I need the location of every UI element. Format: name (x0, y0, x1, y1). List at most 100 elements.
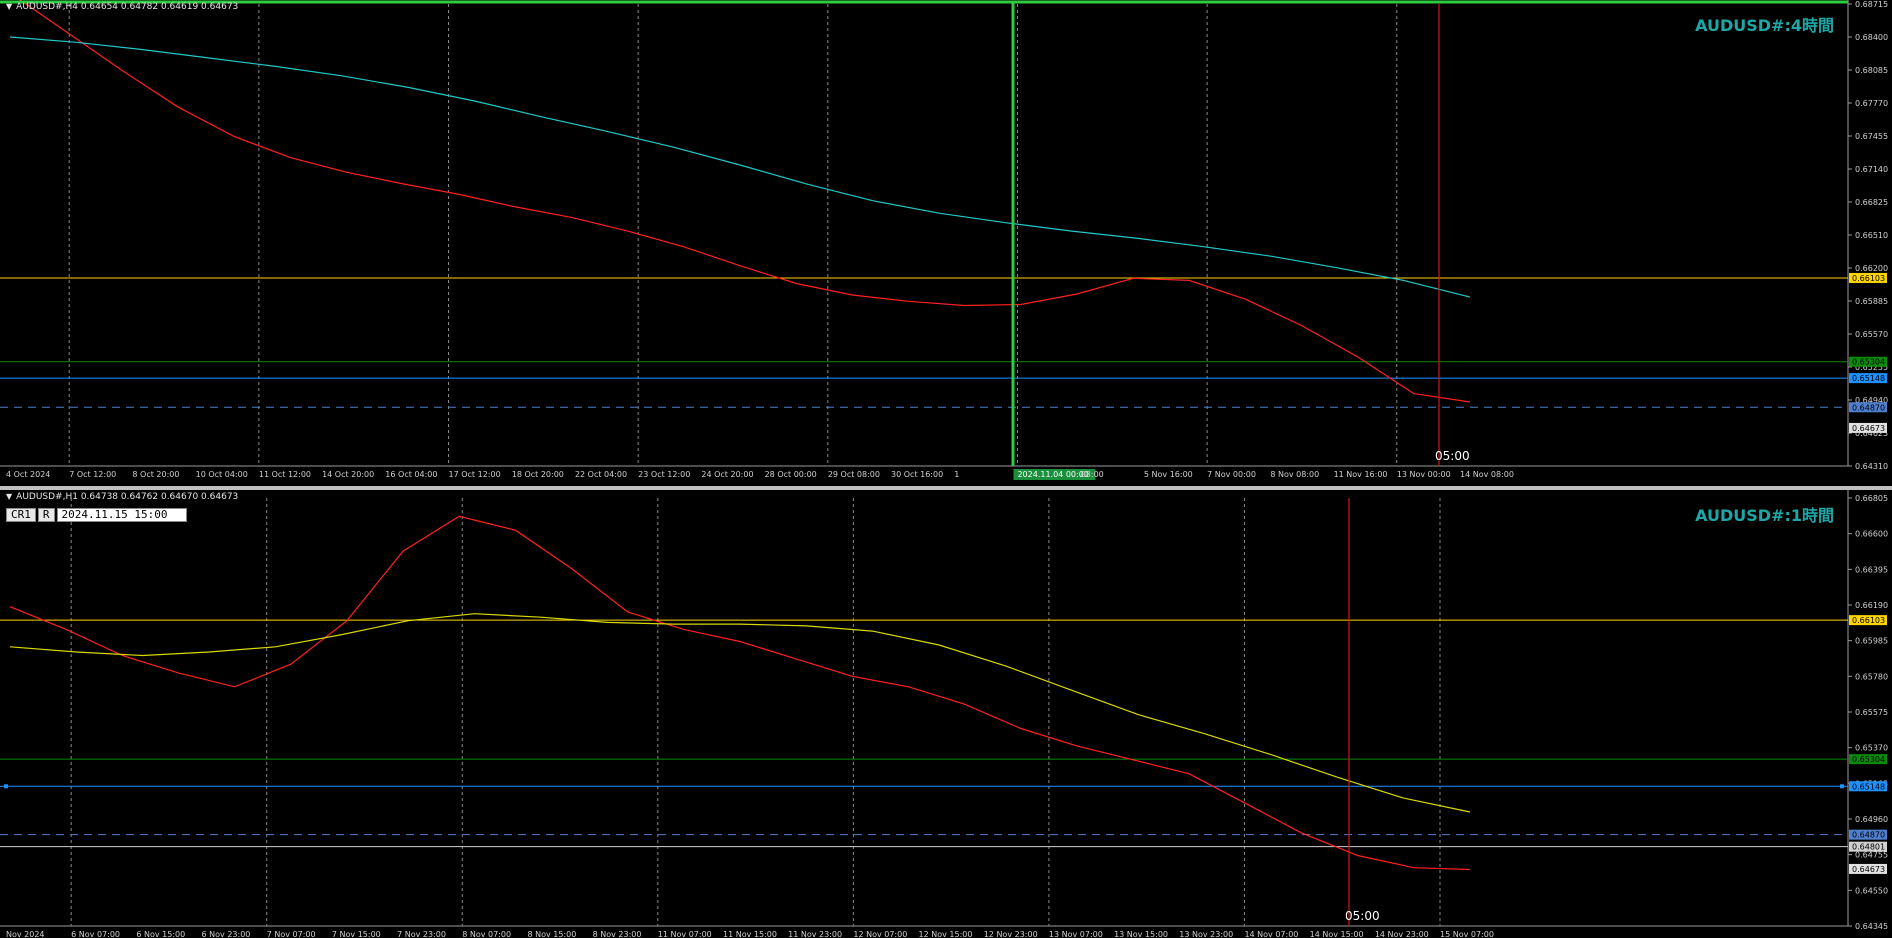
x-tick-label: 12 Nov 23:00 (984, 930, 1038, 938)
x-tick-label: 24 Oct 20:00 (701, 470, 753, 479)
level-price-label: 0.65148 (1852, 374, 1885, 383)
x-tick-label: 13 Nov 15:00 (1114, 930, 1168, 938)
x-tick-label: 6 Nov 23:00 (202, 930, 251, 938)
y-tick-label: 0.66805 (1855, 494, 1888, 503)
x-tick-label: 8 Nov 08:00 (1270, 470, 1319, 479)
x-tick-label: 13 Nov 07:00 (1049, 930, 1103, 938)
h4-header-text: AUDUSD#,H4 0.64654 0.64782 0.64619 0.646… (16, 2, 239, 12)
collapse-triangle-icon[interactable]: ▼ (6, 492, 12, 501)
y-tick-label: 0.67455 (1855, 132, 1888, 141)
x-tick-label: 23 Oct 12:00 (638, 470, 690, 479)
level-price-label: 0.65304 (1852, 755, 1885, 764)
y-tick-label: 0.65985 (1855, 637, 1888, 646)
x-tick-label: 13 Nov 00:00 (1397, 470, 1451, 479)
x-tick-label: 18 Oct 20:00 (512, 470, 564, 479)
x-tick-label: 1 (954, 470, 959, 479)
h1-chart-panel[interactable]: Nov 2024 6 Nov 07:00 6 Nov 15:00 6 Nov 23:0… (0, 490, 1892, 938)
x-tick-label: 14 Nov 07:00 (1244, 930, 1298, 938)
crosshair-datetime: 2024.11.15 15:00 (56, 508, 187, 522)
y-tick-label: 0.65570 (1855, 330, 1888, 339)
x-tick-label: 2024.11.04 00:00 (1017, 470, 1088, 479)
y-tick-label: 0.66825 (1855, 198, 1888, 207)
y-tick-label: 0.67140 (1855, 165, 1888, 174)
level-price-label: 0.65148 (1852, 782, 1885, 791)
h1-chart-canvas[interactable]: Nov 2024 6 Nov 07:00 6 Nov 15:00 6 Nov 23:0… (0, 490, 1892, 938)
x-tick-label: 29 Oct 08:00 (828, 470, 880, 479)
x-tick-label: 13 Nov 23:00 (1179, 930, 1233, 938)
x-tick-label: 7 Nov 15:00 (332, 930, 381, 938)
x-tick-label: 11 Oct 12:00 (259, 470, 311, 479)
y-tick-label: 0.65780 (1855, 672, 1888, 681)
x-tick-label: 22 Oct 04:00 (575, 470, 627, 479)
x-tick-label: 12 Nov 07:00 (853, 930, 907, 938)
x-tick-label: 14 Nov 15:00 (1310, 930, 1364, 938)
h1-header-text: AUDUSD#,H1 0.64738 0.64762 0.64670 0.646… (16, 492, 239, 502)
y-tick-label: 0.65885 (1855, 297, 1888, 306)
y-tick-label: 0.64345 (1855, 922, 1888, 931)
level-price-label: 0.66103 (1852, 616, 1885, 625)
y-tick-label: 0.67770 (1855, 99, 1888, 108)
h4-chart-canvas[interactable]: 4 Oct 2024 7 Oct 12:00 8 Oct 20:00 10 Oct 0… (0, 0, 1892, 486)
h4-symbol-header: ▼ AUDUSD#,H4 0.64654 0.64782 0.64619 0.64… (6, 2, 238, 12)
y-tick-label: 0.68400 (1855, 33, 1888, 42)
x-tick-label: 12 Nov 15:00 (919, 930, 973, 938)
level-price-label: 0.66103 (1852, 274, 1885, 283)
x-tick-label: 11 Nov 23:00 (788, 930, 842, 938)
moving-average-line (9, 515, 1471, 871)
crosshair-r-label: R (37, 508, 55, 522)
y-tick-label: 0.65575 (1855, 708, 1888, 717)
level-price-label: 0.64870 (1852, 831, 1885, 840)
y-tick-label: 0.68085 (1855, 66, 1888, 75)
x-tick-label: 11 Nov 16:00 (1334, 470, 1388, 479)
y-tick-label: 0.66600 (1855, 530, 1888, 539)
y-tick-label: 0.65370 (1855, 744, 1888, 753)
level-price-label: 0.64870 (1852, 403, 1885, 412)
crosshair-info-box: CR1 R 2024.11.15 15:00 (6, 508, 187, 522)
moving-average-line (9, 36, 1471, 298)
collapse-triangle-icon[interactable]: ▼ (6, 2, 12, 11)
y-tick-label: 0.64550 (1855, 886, 1888, 895)
x-tick-label: 30 Oct 16:00 (891, 470, 943, 479)
x-tick-label: 8 Nov 15:00 (527, 930, 576, 938)
y-tick-label: 0.64755 (1855, 851, 1888, 860)
crosshair-cr-label: CR1 (6, 508, 36, 522)
h1-chart-title: AUDUSD#:1時間 (1695, 506, 1834, 525)
y-tick-label: 0.68715 (1855, 0, 1888, 9)
level-price-label: 0.64801 (1852, 843, 1885, 852)
x-tick-label: 8 Nov 23:00 (593, 930, 642, 938)
x-tick-label: 17 Oct 12:00 (449, 470, 501, 479)
current-price-label: 0.64673 (1852, 424, 1885, 433)
x-tick-label: 10 Oct 04:00 (196, 470, 248, 479)
level-anchor-marker (4, 784, 8, 789)
x-tick-label: 7 Oct 12:00 (69, 470, 116, 479)
current-price-label: 0.64673 (1852, 865, 1885, 874)
x-tick-label: 7 Nov 07:00 (267, 930, 316, 938)
x-tick-label: 14 Oct 20:00 (322, 470, 374, 479)
vertical-marker-label: 05:00 (1435, 449, 1470, 463)
x-tick-label: 28 Oct 00:00 (765, 470, 817, 479)
h1-symbol-header: ▼ AUDUSD#,H1 0.64738 0.64762 0.64670 0.64… (6, 492, 238, 502)
y-tick-label: 0.66190 (1855, 601, 1888, 610)
y-tick-label: 0.66395 (1855, 565, 1888, 574)
moving-average-line (9, 613, 1471, 813)
vertical-marker-label: 05:00 (1345, 909, 1380, 923)
y-tick-label: 0.66200 (1855, 264, 1888, 273)
h4-chart-title: AUDUSD#:4時間 (1695, 16, 1834, 35)
h4-chart-panel[interactable]: 4 Oct 2024 7 Oct 12:00 8 Oct 20:00 10 Oct 0… (0, 0, 1892, 486)
y-tick-label: 0.64960 (1855, 815, 1888, 824)
x-tick-label: 7 Nov 23:00 (397, 930, 446, 938)
x-tick-label: 11 Nov 15:00 (723, 930, 777, 938)
x-tick-label: 4 Oct 2024 (6, 470, 50, 479)
x-tick-label: 14 Nov 08:00 (1460, 470, 1514, 479)
y-tick-label: 0.64310 (1855, 462, 1888, 471)
x-tick-label: 11 Nov 07:00 (658, 930, 712, 938)
y-tick-label: 0.66510 (1855, 231, 1888, 240)
x-tick-label: 7 Nov 00:00 (1207, 470, 1256, 479)
x-tick-label: 8 Oct 20:00 (132, 470, 179, 479)
x-tick-label: 15 Nov 07:00 (1440, 930, 1494, 938)
x-tick-label: 5 Nov 16:00 (1144, 470, 1193, 479)
x-tick-label: 14 Nov 23:00 (1375, 930, 1429, 938)
x-tick-label: 8 Nov 07:00 (462, 930, 511, 938)
level-price-label: 0.65304 (1852, 358, 1885, 367)
x-tick-label: 6 Nov 15:00 (136, 930, 185, 938)
